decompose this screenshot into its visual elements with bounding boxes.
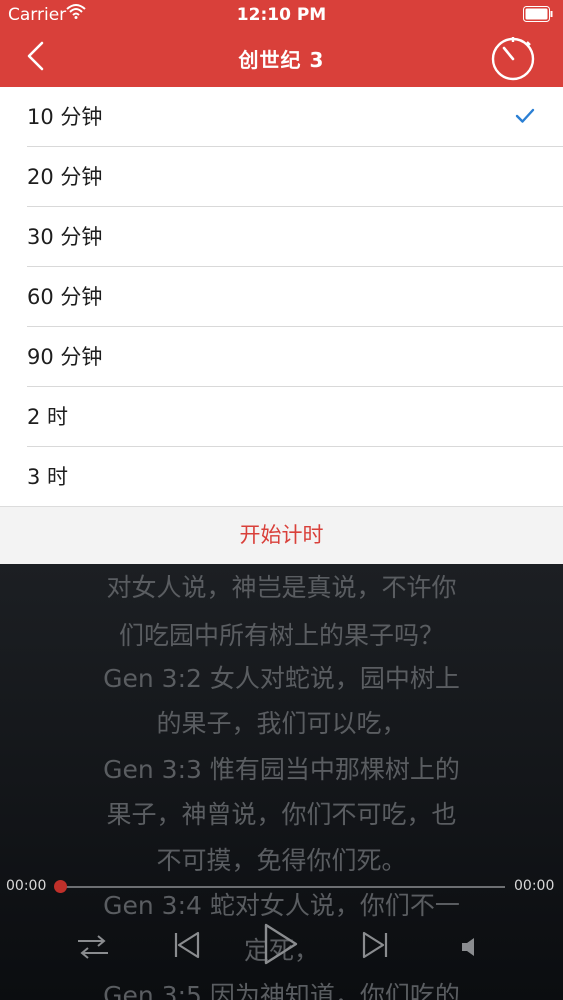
timer-option-label: 30 分钟 (27, 225, 103, 249)
status-time: 12:10 PM (236, 5, 327, 25)
timer-option-10min[interactable]: 10 分钟 (0, 87, 563, 147)
reader-line: Gen 3:5 因为神知道，你们吃的 (103, 981, 460, 1000)
timer-option-label: 2 时 (27, 405, 69, 429)
progress-track[interactable] (61, 886, 505, 888)
timer-option-3h[interactable]: 3 时 (0, 447, 563, 507)
timer-option-label: 90 分钟 (27, 345, 103, 369)
timer-option-20min[interactable]: 20 分钟 (0, 147, 563, 207)
reader-line: 对女人说，神岂是真说，不许你 (106, 573, 457, 602)
skip-forward-icon[interactable] (360, 930, 390, 960)
duration-time: 00:00 (514, 878, 555, 894)
reader-line: Gen 3:2 女人对蛇说，园中树上 (103, 664, 460, 693)
reader-line: 的果子，我们可以吃， (156, 709, 407, 738)
volume-icon[interactable] (460, 936, 478, 958)
page-title: 创世纪 3 (238, 48, 325, 72)
stopwatch-icon[interactable] (488, 34, 538, 82)
play-icon[interactable] (262, 922, 300, 966)
playback-progress: 00:00 00:00 (0, 872, 563, 902)
timer-option-label: 60 分钟 (27, 285, 103, 309)
nav-bar: Carrier 12:10 PM 创世纪 3 (0, 0, 563, 87)
reader-line: 果子，神曾说，你们不可吃，也 (106, 800, 457, 829)
timer-option-label: 3 时 (27, 465, 69, 489)
timer-options-list: 10 分钟 20 分钟 30 分钟 60 分钟 90 分钟 2 时 3 时 (0, 87, 563, 506)
progress-knob[interactable] (54, 880, 67, 893)
timer-option-90min[interactable]: 90 分钟 (0, 327, 563, 387)
timer-option-label: 20 分钟 (27, 165, 103, 189)
battery-icon (523, 6, 553, 22)
timer-option-2h[interactable]: 2 时 (0, 387, 563, 447)
timer-option-30min[interactable]: 30 分钟 (0, 207, 563, 267)
checkmark-icon (515, 108, 535, 123)
skip-back-icon[interactable] (172, 930, 202, 960)
reader-line: Gen 3:3 惟有园当中那棵树上的 (103, 755, 460, 784)
timer-option-60min[interactable]: 60 分钟 (0, 267, 563, 327)
elapsed-time: 00:00 (6, 878, 47, 894)
status-bar: Carrier 12:10 PM (0, 0, 563, 30)
shuffle-icon[interactable] (76, 933, 110, 961)
start-timer-button[interactable]: 开始计时 (0, 506, 563, 564)
reader-line: 们吃园中所有树上的果子吗？ (118, 621, 444, 650)
timer-option-label: 10 分钟 (27, 105, 103, 129)
